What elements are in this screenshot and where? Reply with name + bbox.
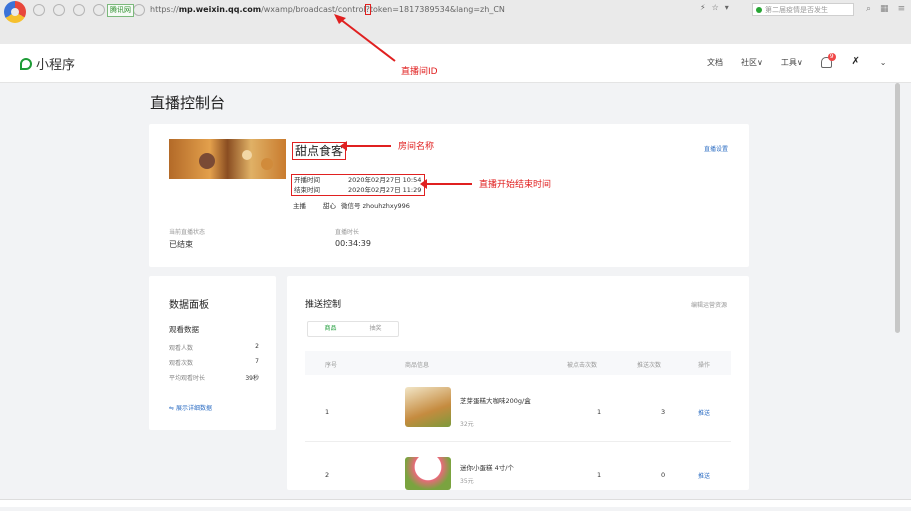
room-name-arrow <box>340 141 391 151</box>
time-range-arrow <box>420 179 472 189</box>
room-id-arrow <box>334 14 396 62</box>
time-range-annotation: 直播开始结束时间 <box>479 180 552 190</box>
room-name-annotation: 房间名称 <box>398 142 435 152</box>
room-id-annotation: 直播间ID <box>401 67 438 77</box>
page-scrollbar[interactable] <box>895 83 900 333</box>
